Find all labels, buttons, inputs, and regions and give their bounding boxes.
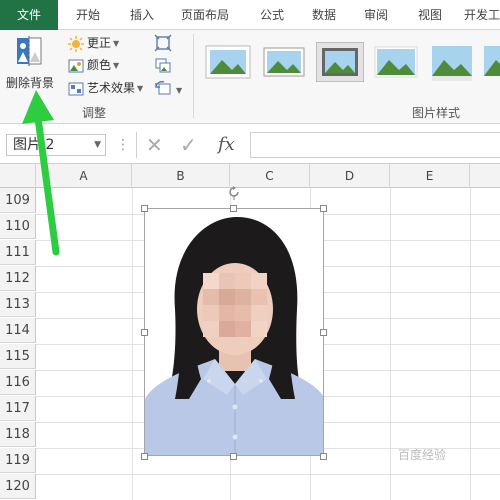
formula-bar-separator	[136, 132, 137, 158]
resize-handle-bottom[interactable]	[230, 453, 237, 460]
corrections-button[interactable]: 更正 ▼	[68, 33, 119, 53]
row-header[interactable]: 119	[0, 448, 36, 473]
color-label: 颜色	[87, 58, 112, 72]
chevron-down-icon: ▼	[176, 86, 183, 95]
tab-review[interactable]: 审阅	[354, 0, 398, 30]
remove-background-icon	[17, 36, 42, 66]
ribbon-tabs: 文件 开始 插入 页面布局 公式 数据 审阅 视图 开发工	[0, 0, 500, 30]
tab-insert[interactable]: 插入	[120, 0, 164, 30]
row-header[interactable]: 120	[0, 474, 36, 499]
gridline	[36, 474, 500, 475]
ribbon: 删除背景 更正 ▼ 颜色 ▼ 艺术效果 ▼ ▼ 调整 图片样式	[0, 30, 500, 124]
row-header[interactable]: 113	[0, 292, 36, 317]
column-header-c[interactable]: C	[230, 164, 310, 188]
reset-picture-icon[interactable]	[154, 79, 172, 97]
column-header-a[interactable]: A	[36, 164, 132, 188]
tab-home[interactable]: 开始	[66, 0, 110, 30]
column-header-b[interactable]: B	[132, 164, 230, 188]
more-options-icon[interactable]: ⋮	[116, 134, 130, 156]
resize-handle-bottom-right[interactable]	[320, 453, 327, 460]
row-header[interactable]: 110	[0, 214, 36, 239]
artistic-effects-button[interactable]: 艺术效果 ▼	[68, 78, 143, 98]
tab-view[interactable]: 视图	[408, 0, 452, 30]
picture-style-6[interactable]	[480, 42, 500, 82]
artistic-effects-label: 艺术效果	[87, 81, 136, 95]
row-header[interactable]: 115	[0, 344, 36, 369]
remove-background-button[interactable]: 删除背景	[4, 36, 56, 94]
chevron-down-icon: ▼	[113, 60, 120, 70]
tab-developer[interactable]: 开发工	[460, 0, 500, 30]
artistic-effects-icon	[68, 82, 84, 95]
sun-icon	[68, 35, 84, 52]
chevron-down-icon: ▼	[113, 38, 120, 48]
picture-style-1[interactable]	[204, 42, 252, 82]
column-header-f[interactable]	[470, 164, 500, 188]
resize-handle-top-right[interactable]	[320, 205, 327, 212]
name-box-value: 图片 2	[13, 137, 55, 153]
color-button[interactable]: 颜色 ▼	[68, 55, 119, 75]
row-header[interactable]: 114	[0, 318, 36, 343]
row-header[interactable]: 109	[0, 188, 36, 213]
adjust-group-label: 调整	[82, 106, 107, 120]
watermark: 百度经验	[398, 448, 447, 462]
portrait-photo[interactable]	[144, 208, 324, 456]
column-header-e[interactable]: E	[390, 164, 470, 188]
portrait-image	[145, 209, 323, 455]
name-box[interactable]: 图片 2 ▼	[6, 134, 106, 156]
enter-icon[interactable]: ✓	[180, 132, 197, 158]
picture-color-icon	[68, 59, 84, 72]
resize-handle-top-left[interactable]	[141, 205, 148, 212]
select-all-corner[interactable]	[0, 164, 36, 188]
formula-bar: 图片 2 ▼ ⋮ ✕ ✓ fx	[0, 124, 500, 164]
tab-page-layout[interactable]: 页面布局	[172, 0, 238, 30]
compress-pictures-icon[interactable]	[154, 34, 172, 52]
column-headers: A B C D E	[0, 164, 500, 188]
picture-style-2[interactable]	[260, 42, 308, 82]
picture-style-4[interactable]	[372, 42, 420, 82]
row-header[interactable]: 117	[0, 396, 36, 421]
row-header[interactable]: 116	[0, 370, 36, 395]
formula-input[interactable]	[250, 132, 500, 158]
picture-style-3[interactable]	[316, 42, 364, 82]
column-header-d[interactable]: D	[310, 164, 390, 188]
row-header[interactable]: 112	[0, 266, 36, 291]
picture-styles-group-label: 图片样式	[412, 106, 461, 120]
cancel-icon[interactable]: ✕	[146, 132, 163, 158]
group-separator	[193, 34, 194, 118]
tab-data[interactable]: 数据	[302, 0, 346, 30]
remove-background-label: 删除背景	[5, 76, 54, 90]
picture-styles-gallery	[198, 38, 500, 88]
chevron-down-icon[interactable]: ▼	[94, 135, 101, 155]
row-header[interactable]: 111	[0, 240, 36, 265]
rotate-handle-icon[interactable]	[226, 184, 242, 200]
tab-formulas[interactable]: 公式	[250, 0, 294, 30]
picture-style-5[interactable]	[428, 42, 476, 82]
corrections-label: 更正	[87, 36, 112, 50]
resize-handle-left[interactable]	[141, 329, 148, 336]
resize-handle-right[interactable]	[320, 329, 327, 336]
chevron-down-icon: ▼	[137, 83, 144, 93]
tab-file[interactable]: 文件	[0, 0, 58, 30]
change-picture-icon[interactable]	[154, 56, 172, 74]
resize-handle-bottom-left[interactable]	[141, 453, 148, 460]
row-header[interactable]: 118	[0, 422, 36, 447]
insert-function-icon[interactable]: fx	[218, 132, 235, 158]
resize-handle-top[interactable]	[230, 205, 237, 212]
